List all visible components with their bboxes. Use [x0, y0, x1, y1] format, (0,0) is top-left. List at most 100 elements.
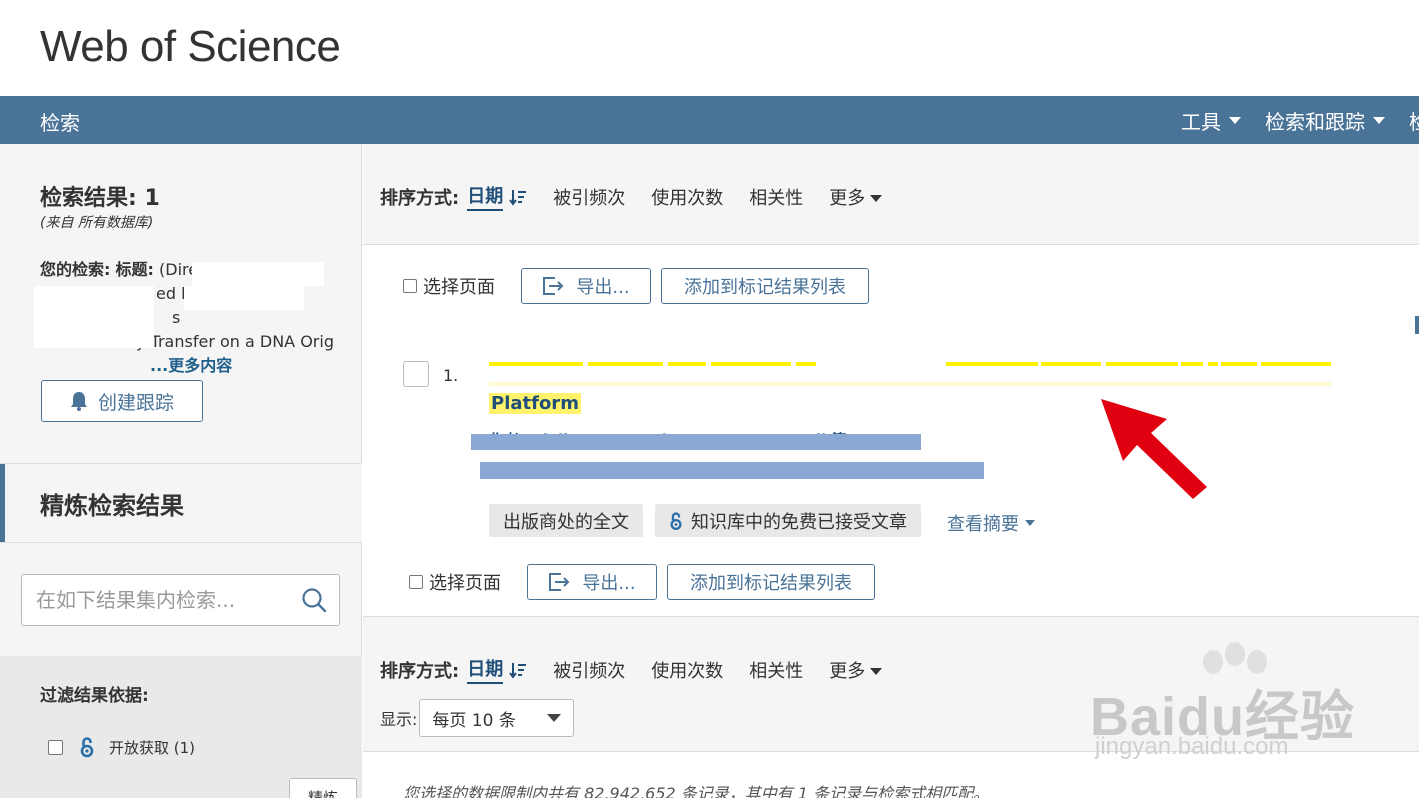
create-alert-label: 创建跟踪: [97, 391, 174, 414]
sort-options: 排序方式: 日期 被引频次 使用次数 相关性 更多: [380, 655, 883, 684]
your-search-label: 您的检索:: [40, 260, 111, 279]
sort-usage-count[interactable]: 使用次数: [651, 657, 723, 683]
per-page-select[interactable]: 每页 10 条: [419, 699, 575, 737]
chevron-down-icon: [547, 714, 562, 722]
sort-times-cited[interactable]: 被引频次: [553, 657, 625, 683]
results-source: (来自 所有数据库): [40, 215, 154, 231]
title-highlight: [796, 362, 816, 366]
export-button[interactable]: 导出...: [521, 268, 651, 304]
sidebar: 检索结果: 1 (来自 所有数据库) 您的检索: 标题: (Directiona…: [0, 144, 362, 798]
refine-button[interactable]: 精炼: [289, 778, 357, 798]
export-icon: [543, 277, 564, 295]
sort-date-label: 日期: [467, 659, 504, 680]
sort-date-label: 日期: [467, 186, 504, 207]
select-page-label: 选择页面: [429, 573, 501, 594]
per-page-value: 每页 10 条: [432, 710, 516, 731]
sort-more-menu[interactable]: 更多: [829, 184, 883, 210]
bell-icon: [70, 392, 87, 411]
baidu-watermark-url: jingyan.baidu.com: [1095, 733, 1289, 760]
title-highlight-faint: [489, 382, 1331, 386]
view-abstract-link[interactable]: 查看摘要: [947, 510, 1035, 536]
more-content-link[interactable]: ...更多内容: [40, 356, 232, 375]
nav-search-tracking-menu[interactable]: 检索和跟踪: [1265, 106, 1385, 135]
sort-bar-top: 排序方式: 日期 被引频次 使用次数 相关性 更多: [363, 144, 1419, 245]
top-nav: 检索 工具 检索和跟踪 检: [0, 96, 1419, 144]
record-checkbox[interactable]: [403, 361, 429, 387]
app-title: Web of Science: [40, 22, 341, 71]
chevron-down-icon: [1229, 116, 1241, 124]
sort-times-cited[interactable]: 被引频次: [553, 184, 625, 210]
refine-search-input[interactable]: [22, 575, 292, 625]
results-number: 1: [144, 186, 160, 211]
redaction-bar: [471, 434, 921, 450]
free-accepted-label: 知识库中的免费已接受文章: [691, 511, 907, 533]
title-highlight: [1221, 362, 1257, 366]
add-to-marked-list-button[interactable]: 添加到标记结果列表: [667, 564, 875, 600]
add-to-marked-label: 添加到标记结果列表: [684, 277, 846, 298]
publisher-fulltext-button[interactable]: 出版商处的全文: [489, 504, 643, 537]
nav-tools-label: 工具: [1181, 109, 1221, 134]
nav-tools-menu[interactable]: 工具: [1181, 106, 1241, 135]
sort-more-menu[interactable]: 更多: [829, 657, 883, 683]
add-to-marked-list-button[interactable]: 添加到标记结果列表: [661, 268, 869, 304]
sort-label: 排序方式:: [380, 187, 460, 209]
view-abstract-label: 查看摘要: [947, 514, 1019, 535]
title-highlight: [1041, 362, 1101, 366]
select-page-checkbox[interactable]: [409, 575, 423, 589]
filter-title: 过滤结果依据:: [40, 686, 149, 706]
publisher-fulltext-label: 出版商处的全文: [503, 511, 629, 533]
export-button[interactable]: 导出...: [527, 564, 657, 600]
title-highlight: [1261, 362, 1331, 366]
title-label: 标题:: [115, 260, 154, 279]
sort-descending-icon[interactable]: [509, 188, 527, 206]
sort-descending-icon[interactable]: [509, 661, 527, 679]
nav-cut-item[interactable]: 检: [1409, 106, 1419, 135]
chevron-down-icon: [1373, 116, 1385, 124]
add-to-marked-label: 添加到标记结果列表: [690, 573, 852, 594]
refine-search-box: [21, 574, 340, 626]
export-label: 导出...: [576, 277, 630, 298]
filter-panel: 过滤结果依据: 开放获取 (1): [0, 656, 362, 798]
title-highlight: [946, 362, 1038, 366]
sort-label: 排序方式:: [380, 660, 460, 682]
results-toolbar-top: 选择页面 导出... 添加到标记结果列表: [403, 268, 869, 304]
sort-relevance[interactable]: 相关性: [749, 657, 803, 683]
filter-open-access[interactable]: 开放获取 (1): [48, 736, 195, 758]
results-label: 检索结果:: [40, 186, 137, 211]
scroll-edge-marker: [1415, 316, 1419, 334]
free-accepted-article-button[interactable]: 知识库中的免费已接受文章: [655, 504, 921, 537]
title-highlight: [1106, 362, 1178, 366]
sort-more-label: 更多: [829, 187, 866, 209]
sort-date[interactable]: 日期: [467, 655, 504, 684]
nav-search[interactable]: 检索: [40, 107, 80, 136]
search-icon[interactable]: [301, 587, 327, 613]
select-page-checkbox[interactable]: [403, 279, 417, 293]
per-page-row: 显示: 每页 10 条: [380, 699, 575, 737]
sort-date[interactable]: 日期: [467, 182, 504, 211]
open-access-checkbox[interactable]: [48, 739, 63, 755]
title-highlight: [489, 362, 583, 366]
sort-relevance[interactable]: 相关性: [749, 184, 803, 210]
sort-usage-count[interactable]: 使用次数: [651, 184, 723, 210]
divider: [0, 542, 362, 543]
redaction-bar: [480, 462, 984, 479]
open-access-icon: [80, 737, 94, 758]
create-alert-button[interactable]: 创建跟踪: [41, 380, 203, 422]
title-highlight: [1181, 362, 1203, 366]
chevron-down-icon: [1025, 520, 1035, 526]
refine-section-header: 精炼检索结果: [0, 464, 362, 542]
annotation-arrow-icon: [1101, 399, 1207, 499]
export-label: 导出...: [582, 573, 636, 594]
title-highlight: [711, 362, 791, 366]
title-highlight: [588, 362, 663, 366]
select-page-label: 选择页面: [423, 277, 495, 298]
open-access-label: 开放获取 (1): [109, 738, 196, 757]
show-label: 显示:: [380, 710, 418, 729]
results-count: 检索结果: 1: [40, 180, 160, 212]
redaction-mask: [192, 262, 324, 286]
results-toolbar-bottom: 选择页面 导出... 添加到标记结果列表: [409, 564, 875, 600]
redaction-mask: [34, 286, 154, 348]
results-summary: 您选择的数据限制内共有 82,942,652 条记录，其中有 1 条记录与检索式…: [403, 784, 990, 798]
record-title[interactable]: Platform: [489, 393, 581, 414]
chevron-down-icon: [870, 668, 883, 675]
